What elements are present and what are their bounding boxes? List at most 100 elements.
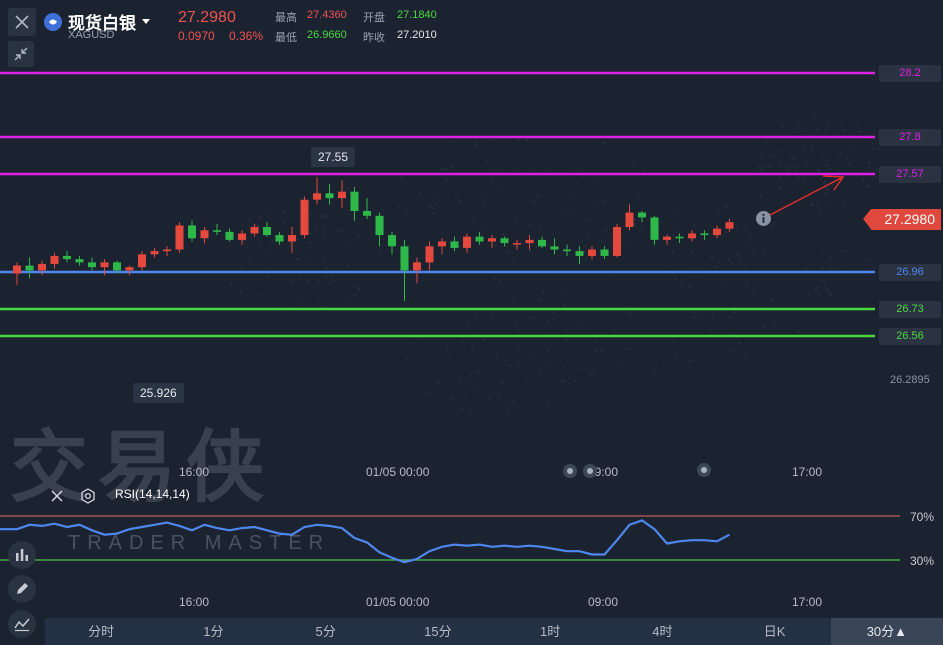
- candle-body: [338, 191, 346, 199]
- candle-body: [50, 255, 59, 264]
- level-price-box[interactable]: 27.8: [879, 129, 941, 146]
- tab-5min[interactable]: 5分: [270, 618, 382, 645]
- candle-body: [300, 199, 309, 236]
- candle-body: [363, 210, 371, 216]
- candle-body: [513, 243, 521, 245]
- candle-body: [475, 236, 484, 242]
- draw-tool[interactable]: [8, 575, 36, 603]
- candle-body: [350, 191, 359, 211]
- trend-arrow[interactable]: [767, 175, 845, 217]
- candle-body: [638, 212, 646, 218]
- candle-body: [425, 246, 434, 263]
- prev-close-label: 昨收: [363, 32, 385, 44]
- candle-body: [450, 241, 459, 248]
- close-button[interactable]: [8, 8, 36, 36]
- time-label: 17:00: [792, 465, 823, 479]
- indicators-tool[interactable]: [8, 541, 36, 569]
- rsi-lower-label: 30%: [910, 554, 935, 568]
- open-label: 开盘: [363, 12, 385, 24]
- high-value: 27.4360: [307, 9, 347, 21]
- candle-body: [688, 233, 696, 239]
- candle-body: [163, 249, 171, 252]
- prev-close-value: 27.2010: [397, 29, 437, 41]
- current-price-tag: 27.2980: [863, 209, 941, 230]
- rsi-time-label: 17:00: [792, 595, 823, 609]
- level-price-box[interactable]: 26.96: [879, 264, 941, 281]
- candle-body: [88, 262, 96, 268]
- level-price-box[interactable]: 27.57: [879, 166, 941, 183]
- candle-body: [225, 231, 234, 240]
- candle-body: [650, 217, 659, 240]
- candle-body: [200, 230, 209, 239]
- symbol-code: XAGUSD: [68, 29, 115, 41]
- rsi-time-label: 16:00: [179, 595, 210, 609]
- chart-type-tool[interactable]: [8, 610, 36, 638]
- event-marker-icon[interactable]: [697, 463, 711, 477]
- candle-body: [100, 262, 109, 268]
- time-label: 01/05 00:00: [366, 465, 430, 479]
- info-icon[interactable]: [755, 210, 773, 228]
- tab-15min[interactable]: 15分: [382, 618, 494, 645]
- candle-body: [313, 193, 321, 200]
- level-price-box[interactable]: 26.56: [879, 328, 941, 345]
- candle-body: [575, 251, 584, 256]
- candle-body: [125, 267, 134, 271]
- candle-body: [263, 227, 271, 236]
- price-change-pct: 0.36%: [229, 29, 264, 43]
- tab-1hour[interactable]: 1时: [494, 618, 606, 645]
- event-marker-icon[interactable]: [563, 464, 577, 478]
- candle-body: [138, 254, 146, 268]
- high-label: 最高: [275, 12, 297, 24]
- tab-30min[interactable]: 30分▲: [830, 618, 943, 645]
- period-tabs: 分时 1分 5分 15分 1时 4时 日K 30分▲: [45, 618, 943, 645]
- candle-body: [25, 265, 34, 271]
- candle-body: [38, 263, 46, 271]
- candle-body: [238, 233, 246, 240]
- rsi-close-icon[interactable]: [50, 489, 64, 503]
- candle-body: [525, 239, 534, 244]
- rsi-upper-label: 70%: [910, 510, 935, 524]
- candle-body: [550, 246, 559, 250]
- collapse-button[interactable]: [8, 41, 34, 67]
- rsi-settings-icon[interactable]: [80, 488, 96, 504]
- candle-body: [175, 225, 184, 250]
- candle-body: [613, 227, 621, 256]
- candle-body: [63, 255, 71, 260]
- rsi-label: RSI(14,14,14): [115, 487, 190, 501]
- candle-body: [400, 246, 409, 271]
- level-price-box[interactable]: 26.73: [879, 301, 941, 318]
- low-label: 最低: [275, 32, 297, 44]
- candle-body: [275, 235, 284, 242]
- rsi-time-label: 01/05 00:00: [366, 595, 430, 609]
- bar-chart-icon: [16, 549, 28, 561]
- candle-body: [675, 236, 684, 239]
- tab-daily[interactable]: 日K: [719, 618, 831, 645]
- candle-body: [625, 212, 634, 228]
- candle-body: [463, 236, 471, 248]
- horizontal-levels[interactable]: [0, 71, 875, 338]
- candle-body: [500, 238, 509, 244]
- time-label: 16:00: [179, 465, 210, 479]
- candle-body: [600, 249, 609, 256]
- candle-body: [713, 228, 721, 236]
- candlestick-series: [13, 177, 734, 301]
- rsi-time-label: 09:00: [588, 595, 619, 609]
- high-tooltip: 27.55: [311, 147, 356, 167]
- chevron-down-icon: [142, 19, 150, 24]
- tab-fenshi[interactable]: 分时: [45, 618, 157, 645]
- event-marker-icon[interactable]: [583, 464, 597, 478]
- tab-4hour[interactable]: 4时: [606, 618, 718, 645]
- price-change: 0.0970: [178, 29, 215, 43]
- watermark-en: TRADER MASTER: [68, 532, 331, 554]
- tab-1min[interactable]: 1分: [157, 618, 269, 645]
- candle-body: [213, 230, 221, 232]
- candle-body: [588, 249, 596, 256]
- level-price-box[interactable]: 28.2: [879, 65, 941, 82]
- candle-body: [388, 235, 396, 247]
- last-price: 27.2980: [178, 9, 236, 26]
- candle-body: [488, 238, 496, 242]
- candle-body: [150, 251, 159, 255]
- candle-body: [13, 265, 21, 274]
- candle-body: [413, 262, 421, 271]
- candle-body: [188, 225, 196, 239]
